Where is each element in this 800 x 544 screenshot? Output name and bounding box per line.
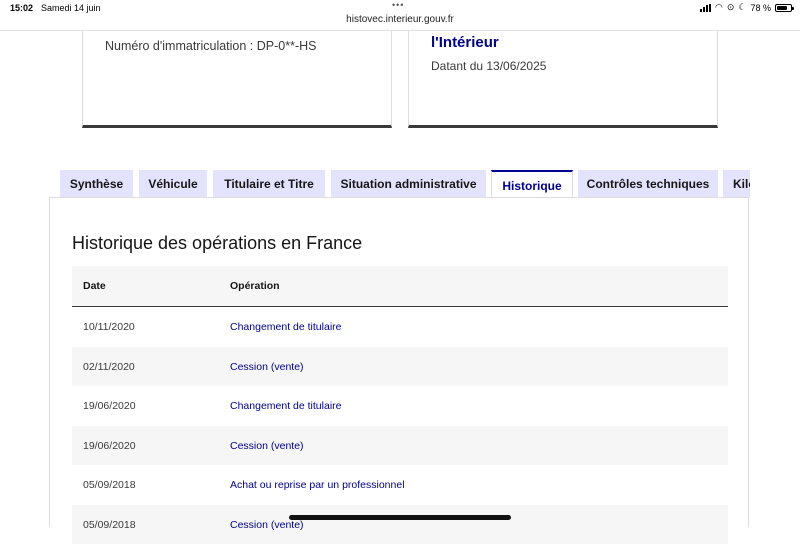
tab-historique[interactable]: Historique — [491, 170, 573, 198]
battery-percentage: 78 % — [750, 3, 771, 13]
tab-list: Synthèse Véhicule Titulaire et Titre Sit… — [60, 170, 750, 198]
tab-vehicule[interactable]: Véhicule — [139, 170, 207, 198]
cellular-signal-icon — [700, 4, 711, 12]
multitasking-dots-icon[interactable]: ••• — [392, 0, 404, 10]
row-date: 02/11/2020 — [83, 361, 135, 373]
row-date: 19/06/2020 — [83, 400, 136, 412]
row-operation-link[interactable]: Cession (vente) — [230, 440, 304, 452]
tab-titulaire-et-titre[interactable]: Titulaire et Titre — [213, 170, 325, 198]
table-row: 02/11/2020 Cession (vente) — [72, 347, 728, 387]
row-date: 10/11/2020 — [83, 321, 135, 333]
battery-icon — [775, 4, 792, 12]
orientation-lock-icon: ⊙ — [727, 2, 735, 13]
row-operation-link[interactable]: Changement de titulaire — [230, 321, 342, 333]
address-bar[interactable]: histovec.interieur.gouv.fr — [0, 14, 800, 25]
table-row: 05/09/2018 Cession (vente) — [72, 505, 728, 544]
tab-controles-techniques[interactable]: Contrôles techniques — [578, 170, 718, 198]
home-indicator[interactable] — [289, 515, 511, 520]
status-time: 15:02 — [10, 3, 33, 13]
do-not-disturb-icon: ☾ — [738, 2, 746, 13]
row-operation-link[interactable]: Changement de titulaire — [230, 400, 342, 412]
vehicle-card: Numéro d'immatriculation : DP-0**-HS — [82, 31, 392, 128]
table-row: 19/06/2020 Cession (vente) — [72, 426, 728, 466]
table-row: 05/09/2018 Achat ou reprise par un profe… — [72, 465, 728, 505]
row-date: 05/09/2018 — [83, 479, 136, 491]
table-header: Date Opération — [72, 266, 728, 307]
table-row: 19/06/2020 Changement de titulaire — [72, 386, 728, 426]
tab-synthese[interactable]: Synthèse — [60, 170, 133, 198]
section-title: Historique des opérations en France — [72, 233, 362, 254]
operations-table: Date Opération 10/11/2020 Changement de … — [72, 266, 728, 544]
row-operation-link[interactable]: Cession (vente) — [230, 361, 304, 373]
table-row: 10/11/2020 Changement de titulaire — [72, 307, 728, 347]
plate-number: Numéro d'immatriculation : DP-0**-HS — [105, 39, 316, 53]
wifi-icon: ◠ — [715, 2, 723, 13]
row-date: 19/06/2020 — [83, 440, 136, 452]
tab-situation-administrative[interactable]: Situation administrative — [331, 170, 486, 198]
column-header-date: Date — [83, 280, 106, 292]
report-date: Datant du 13/06/2025 — [431, 59, 546, 73]
status-date: Samedi 14 juin — [41, 3, 101, 13]
report-card-title: l'Intérieur — [431, 34, 499, 51]
row-operation-link[interactable]: Achat ou reprise par un professionnel — [230, 479, 405, 491]
report-card: l'Intérieur Datant du 13/06/2025 — [408, 31, 718, 128]
tab-kilometrage[interactable]: Kilo — [723, 170, 750, 198]
column-header-operation: Opération — [230, 280, 280, 292]
status-indicators: ◠ ⊙ ☾ 78 % — [700, 2, 792, 13]
